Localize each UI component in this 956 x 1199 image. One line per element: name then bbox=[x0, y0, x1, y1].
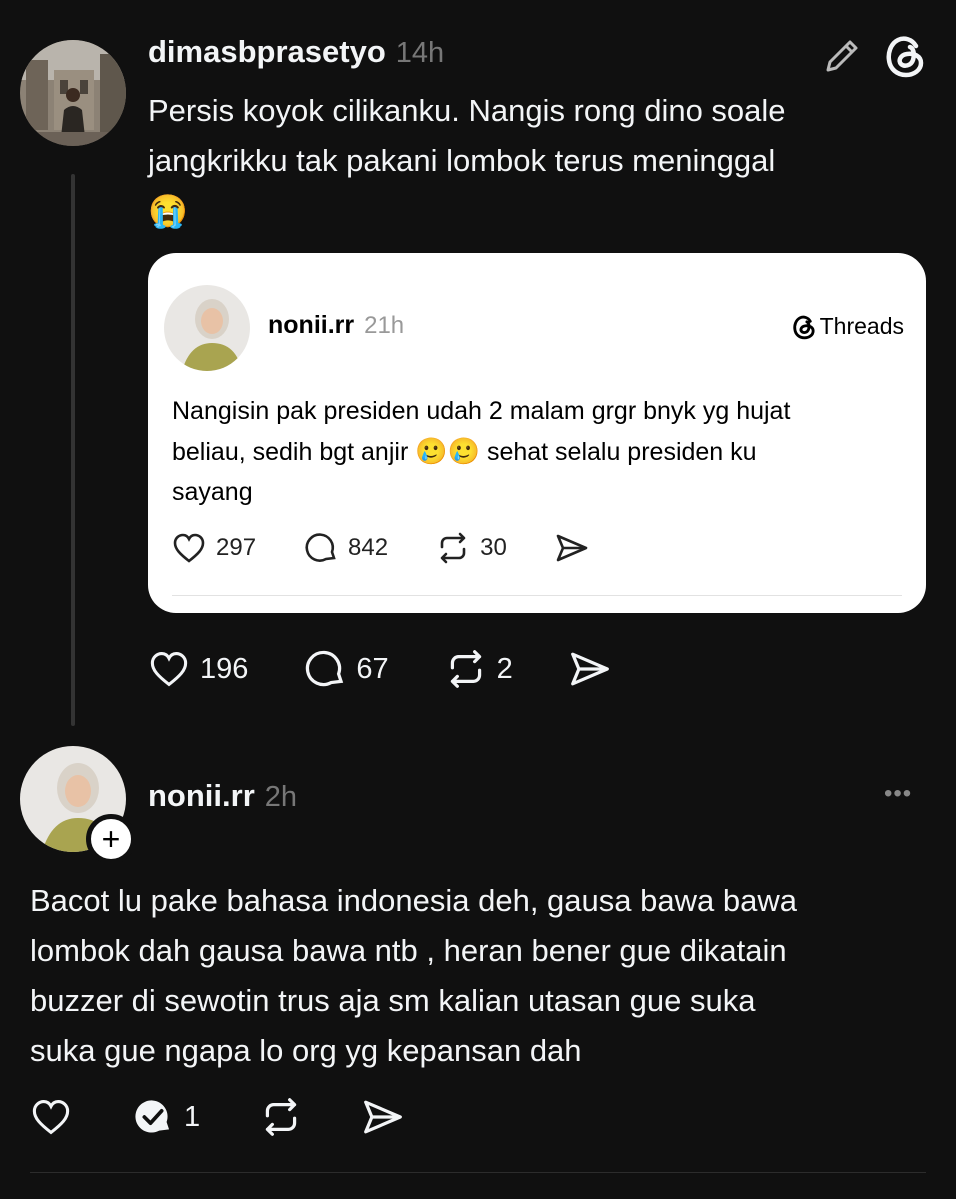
post-reply-count: 67 bbox=[356, 652, 389, 685]
follow-plus-button[interactable]: + bbox=[86, 814, 136, 864]
reply-repost-button[interactable] bbox=[260, 1096, 302, 1138]
post-username[interactable]: dimasbprasetyo bbox=[148, 34, 386, 69]
avatar-dimasbprasetyo[interactable] bbox=[20, 40, 126, 146]
quoted-text-line3: sayang bbox=[172, 478, 253, 506]
quoted-repost-count: 30 bbox=[480, 534, 507, 561]
quoted-header: nonii.rr 21h bbox=[268, 311, 404, 340]
reply-text-line2: lombok dah gausa bawa ntb , heran bener … bbox=[30, 933, 787, 968]
comment-icon bbox=[305, 533, 336, 562]
threads-logo-icon[interactable] bbox=[884, 34, 926, 78]
post-actions: 196 67 2 bbox=[148, 648, 659, 690]
quoted-text-line1: Nangisin pak presiden udah 2 malam grgr … bbox=[172, 397, 791, 425]
reply-reply-count: 1 bbox=[184, 1100, 201, 1133]
quoted-actions: 297 842 30 bbox=[172, 531, 637, 565]
threads-brand-label: Threads bbox=[819, 313, 904, 339]
post-time: 14h bbox=[395, 37, 445, 69]
reply-header: nonii.rr 2h bbox=[148, 778, 297, 814]
quoted-divider bbox=[172, 595, 902, 596]
post-repost-count: 2 bbox=[496, 652, 513, 685]
reply-actions: 1 bbox=[30, 1096, 452, 1138]
edit-icon[interactable] bbox=[822, 36, 862, 76]
reply-divider bbox=[30, 1172, 926, 1173]
share-icon bbox=[556, 534, 588, 562]
plus-icon: + bbox=[101, 820, 121, 857]
quoted-like-button[interactable]: 297 bbox=[172, 532, 256, 564]
post-like-count: 196 bbox=[200, 652, 249, 685]
reply-text: Bacot lu pake bahasa indonesia deh, gaus… bbox=[30, 876, 930, 1076]
share-icon bbox=[364, 1100, 403, 1134]
reply-text-line4: suka gue ngapa lo org yg kepansan dah bbox=[30, 1033, 582, 1068]
share-icon bbox=[570, 652, 609, 686]
quoted-emoji: 🥲🥲 bbox=[415, 436, 480, 466]
quoted-text: Nangisin pak presiden udah 2 malam grgr … bbox=[172, 391, 912, 512]
repost-icon bbox=[440, 532, 466, 564]
post-header: dimasbprasetyo 14h bbox=[148, 34, 444, 70]
heart-icon bbox=[150, 652, 188, 687]
post-like-button[interactable]: 196 bbox=[148, 650, 248, 688]
post-text: Persis koyok cilikanku. Nangis rong dino… bbox=[148, 86, 928, 236]
threads-brand: Threads bbox=[792, 313, 904, 340]
post-repost-button[interactable]: 2 bbox=[445, 648, 513, 690]
reply-username[interactable]: nonii.rr bbox=[148, 778, 255, 813]
reply-reply-button[interactable]: 1 bbox=[132, 1096, 200, 1138]
reply-text-line1: Bacot lu pake bahasa indonesia deh, gaus… bbox=[30, 883, 797, 918]
post-emoji: 😭 bbox=[148, 193, 188, 229]
quoted-reply-button[interactable]: 842 bbox=[304, 531, 388, 565]
quoted-share-button[interactable] bbox=[555, 532, 589, 564]
quoted-repost-button[interactable]: 30 bbox=[436, 531, 507, 565]
quoted-username[interactable]: nonii.rr bbox=[268, 311, 354, 339]
quoted-reply-count: 842 bbox=[348, 534, 389, 561]
post-share-button[interactable] bbox=[569, 649, 611, 689]
reply-time: 2h bbox=[264, 781, 298, 813]
reply-text-line3: buzzer di sewotin trus aja sm kalian uta… bbox=[30, 983, 756, 1018]
comment-checked-icon bbox=[135, 1100, 170, 1133]
repost-icon bbox=[265, 1098, 297, 1136]
quoted-text-line2b: sehat selalu presiden ku bbox=[486, 438, 757, 466]
quoted-text-line2a: beliau, sedih bgt anjir bbox=[172, 438, 409, 466]
heart-icon bbox=[173, 533, 205, 563]
avatar-nonii-quoted[interactable] bbox=[164, 285, 250, 371]
heart-icon bbox=[32, 1100, 70, 1135]
thread-connector-line bbox=[71, 174, 75, 726]
reply-like-button[interactable] bbox=[30, 1098, 72, 1136]
quoted-post-card[interactable]: nonii.rr 21h Threads Nangisin pak preside… bbox=[148, 253, 926, 613]
threads-brand-icon bbox=[792, 315, 815, 339]
quoted-time: 21h bbox=[364, 312, 405, 339]
quoted-like-count: 297 bbox=[216, 534, 257, 561]
post-reply-button[interactable]: 67 bbox=[304, 648, 389, 690]
reply-share-button[interactable] bbox=[362, 1097, 404, 1137]
post-text-line1: Persis koyok cilikanku. Nangis rong dino… bbox=[148, 93, 786, 128]
post-text-line2: jangkrikku tak pakani lombok terus menin… bbox=[148, 143, 776, 178]
more-icon[interactable]: ••• bbox=[884, 780, 926, 814]
comment-icon bbox=[306, 650, 344, 687]
repost-icon bbox=[450, 650, 481, 688]
